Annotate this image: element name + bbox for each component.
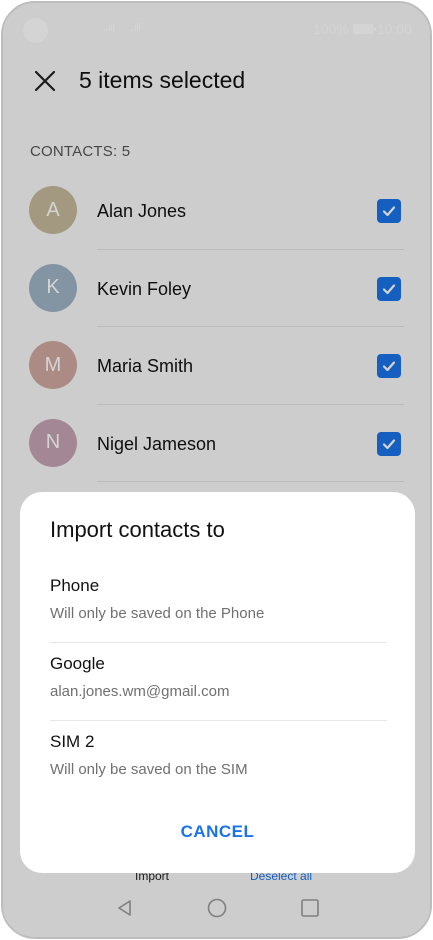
import-dialog: Import contacts to Phone Will only be sa… <box>20 492 415 873</box>
option-sim-2[interactable]: SIM 2 Will only be saved on the SIM <box>50 721 387 799</box>
option-title: Phone <box>50 576 100 595</box>
option-subtitle: Will only be saved on the SIM <box>50 761 248 778</box>
option-subtitle: alan.jones.wm@gmail.com <box>50 683 230 700</box>
option-title: Google <box>50 654 105 673</box>
option-phone[interactable]: Phone Will only be saved on the Phone <box>50 565 387 643</box>
dialog-title: Import contacts to <box>50 517 225 542</box>
option-title: SIM 2 <box>50 732 95 751</box>
option-google[interactable]: Google alan.jones.wm@gmail.com <box>50 643 387 721</box>
phone-screen: ..ıll ..ıll 100% 10:00 5 items selected … <box>1 1 432 939</box>
cancel-button[interactable]: CANCEL <box>20 822 415 842</box>
option-subtitle: Will only be saved on the Phone <box>50 605 265 622</box>
